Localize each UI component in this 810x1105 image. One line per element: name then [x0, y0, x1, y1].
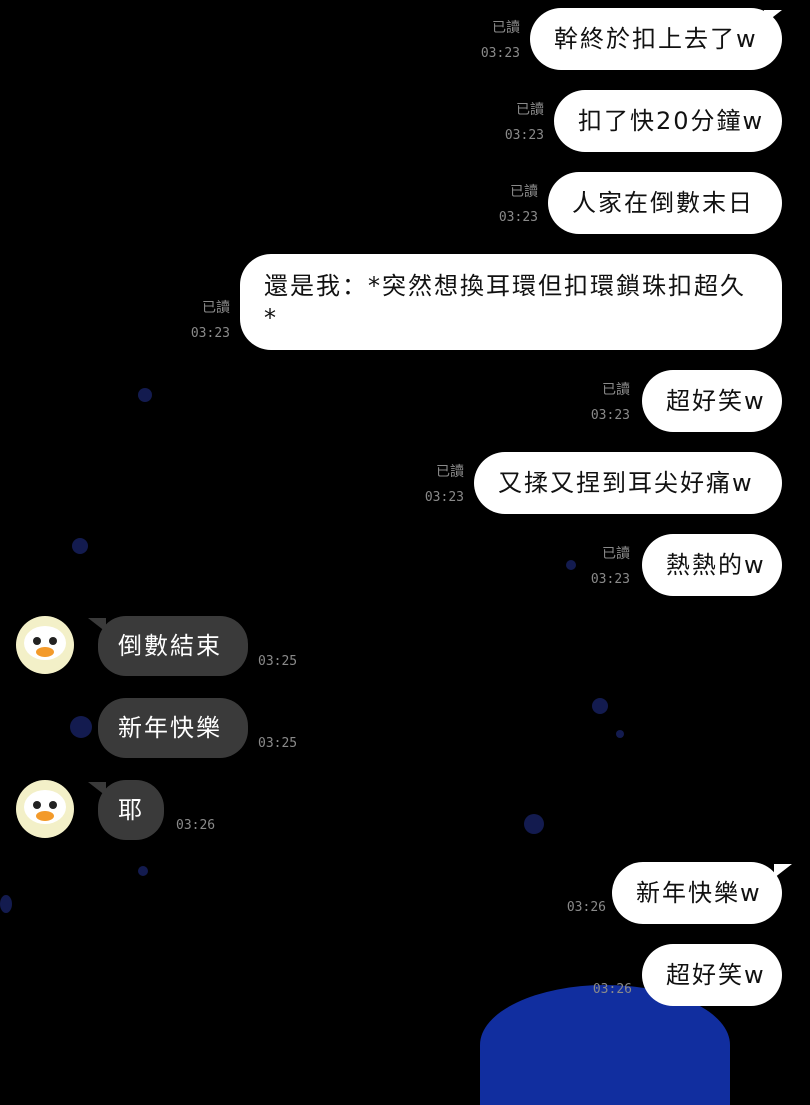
- message-time: 03:25: [258, 736, 298, 751]
- background-dot: [138, 866, 148, 876]
- message-meta: 已讀 03:23: [580, 546, 630, 588]
- background-dot: [72, 538, 88, 554]
- message-bubble[interactable]: 超好笑w: [642, 370, 782, 432]
- read-receipt: 已讀: [602, 382, 630, 398]
- background-dot: [524, 814, 544, 834]
- message-bubble[interactable]: 又揉又捏到耳尖好痛w: [474, 452, 782, 514]
- read-receipt: 已讀: [492, 20, 520, 36]
- read-receipt: 已讀: [602, 546, 630, 562]
- penguin-avatar[interactable]: [16, 616, 74, 674]
- background-dot: [138, 388, 152, 402]
- message-meta: 03:26: [556, 900, 606, 916]
- message-bubble[interactable]: 超好笑w: [642, 944, 782, 1006]
- message-meta: 已讀 03:23: [488, 184, 538, 226]
- message-meta: 已讀 03:23: [580, 382, 630, 424]
- message-bubble[interactable]: 幹終於扣上去了w: [530, 8, 782, 70]
- message-bubble[interactable]: 熱熱的w: [642, 534, 782, 596]
- message-meta: 已讀 03:23: [180, 300, 230, 342]
- background-dot: [70, 716, 92, 738]
- message-bubble[interactable]: 新年快樂: [98, 698, 248, 758]
- message-time: 03:26: [592, 982, 632, 997]
- background-dot: [592, 698, 608, 714]
- message-time: 03:23: [590, 408, 630, 423]
- read-receipt: 已讀: [516, 102, 544, 118]
- avatar-eye: [49, 637, 57, 645]
- background-dot: [566, 560, 576, 570]
- message-time: 03:26: [566, 900, 606, 915]
- avatar-beak: [36, 647, 54, 657]
- message-meta: 03:26: [582, 982, 632, 998]
- message-meta: 已讀 03:23: [494, 102, 544, 144]
- read-receipt: 已讀: [436, 464, 464, 480]
- message-meta: 已讀 03:23: [470, 20, 520, 62]
- message-meta: 已讀 03:23: [414, 464, 464, 506]
- message-bubble[interactable]: 耶: [98, 780, 164, 840]
- avatar-eye: [33, 637, 41, 645]
- avatar-eye: [49, 801, 57, 809]
- message-time: 03:26: [176, 818, 216, 833]
- message-time: 03:23: [504, 128, 544, 143]
- message-time: 03:23: [498, 210, 538, 225]
- background-dot: [0, 895, 12, 913]
- message-bubble[interactable]: 倒數結束: [98, 616, 248, 676]
- avatar-eye: [33, 801, 41, 809]
- avatar-beak: [36, 811, 54, 821]
- message-bubble[interactable]: 扣了快20分鐘w: [554, 90, 782, 152]
- message-time: 03:23: [190, 326, 230, 341]
- message-bubble[interactable]: 還是我：*突然想換耳環但扣環鎖珠扣超久*: [240, 254, 782, 350]
- penguin-avatar[interactable]: [16, 780, 74, 838]
- message-bubble[interactable]: 新年快樂w: [612, 862, 782, 924]
- message-time: 03:23: [424, 490, 464, 505]
- read-receipt: 已讀: [510, 184, 538, 200]
- read-receipt: 已讀: [202, 300, 230, 316]
- message-bubble[interactable]: 人家在倒數末日: [548, 172, 782, 234]
- background-dot: [616, 730, 624, 738]
- message-time: 03:23: [590, 572, 630, 587]
- message-time: 03:25: [258, 654, 298, 669]
- message-time: 03:23: [480, 46, 520, 61]
